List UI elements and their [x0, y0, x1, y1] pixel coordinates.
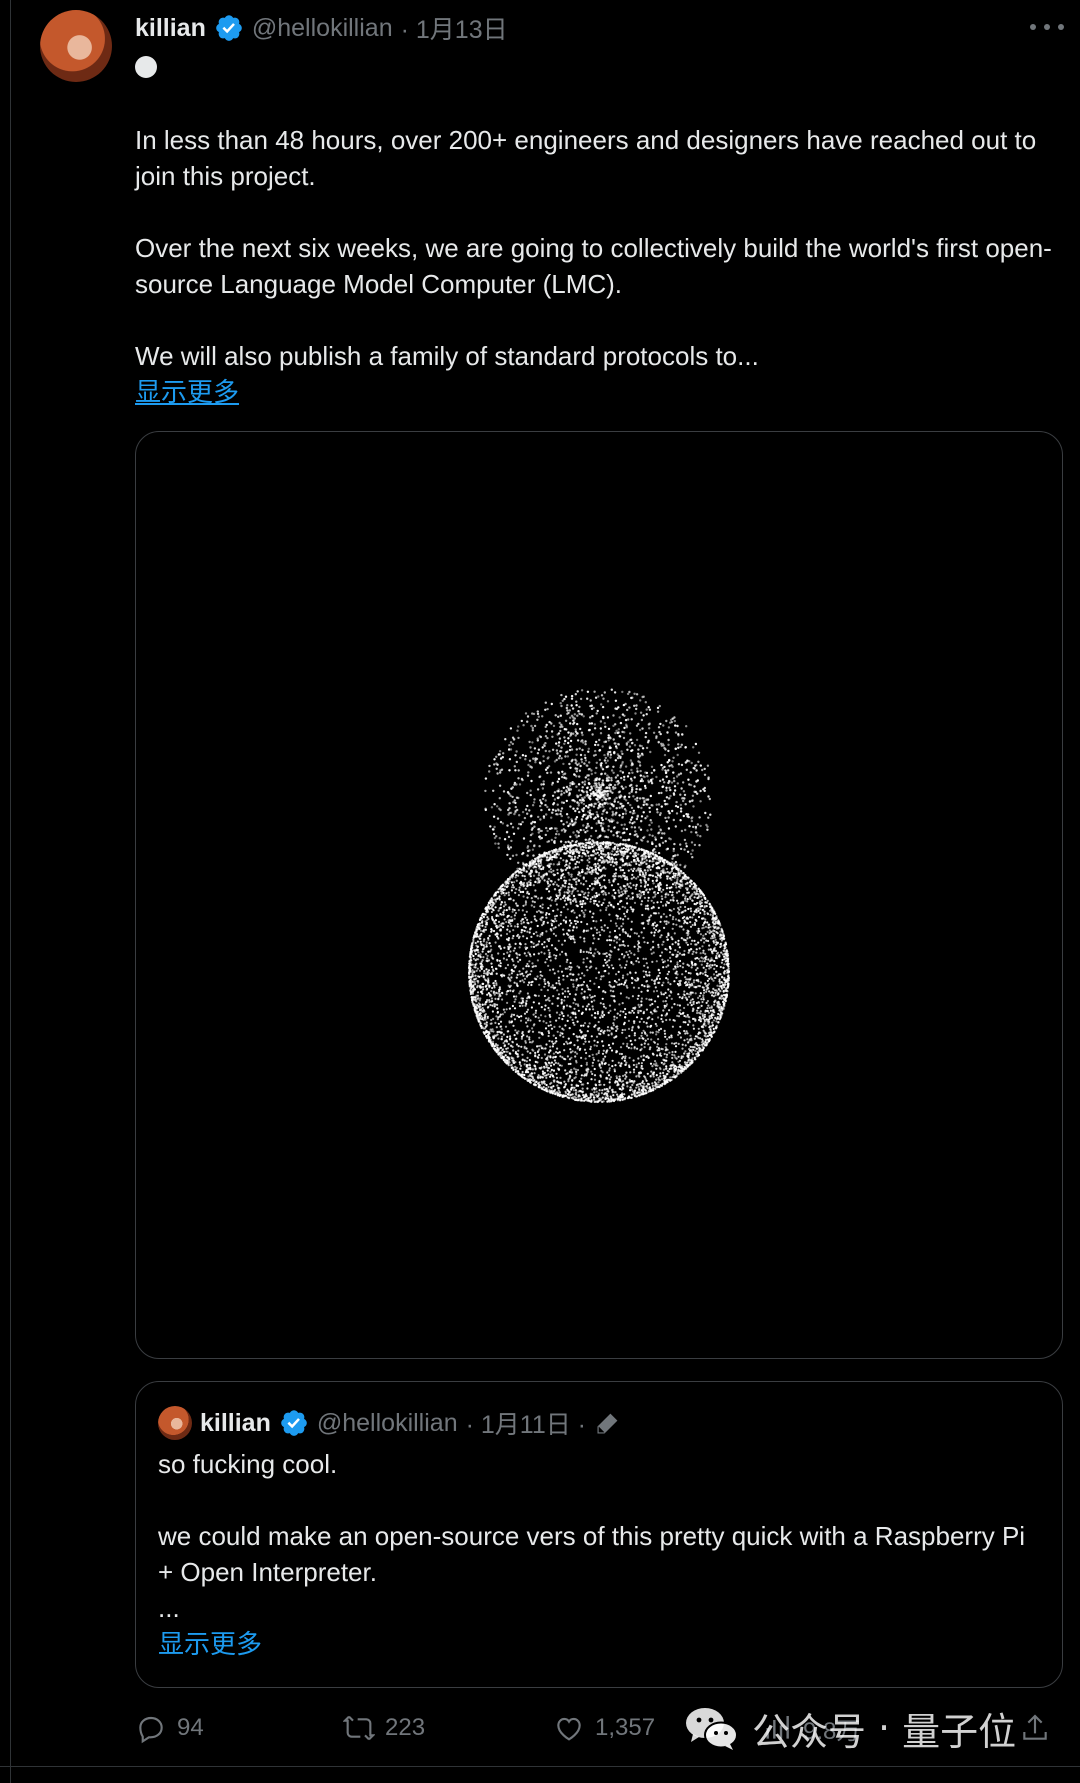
quoted-tweet-date: · 1月11日 ·: [465, 1411, 587, 1439]
particle-orb-image: [468, 688, 731, 1104]
tweet-paragraph: In less than 48 hours, over 200+ enginee…: [135, 125, 1037, 191]
repost-button[interactable]: 223: [343, 1708, 425, 1748]
quoted-tweet[interactable]: killian @hellokillian · 1月11日 · so fucki…: [135, 1381, 1063, 1688]
like-button[interactable]: 1,357: [553, 1708, 655, 1748]
show-more-link[interactable]: 显示更多: [158, 1626, 1038, 1662]
reply-icon: [139, 1716, 163, 1744]
share-icon: [1023, 1714, 1047, 1740]
tweet-media-video[interactable]: [135, 431, 1063, 1359]
wechat-watermark: 公众号 · 量子位: [684, 1700, 1016, 1756]
wechat-logo-icon: [686, 1708, 738, 1750]
more-horizontal-icon[interactable]: [1030, 12, 1064, 42]
edit-pencil-icon: [597, 1413, 618, 1434]
like-icon: [557, 1717, 581, 1741]
tweet-paragraph: Over the next six weeks, we are going to…: [135, 233, 1052, 299]
watermark-separator: ·: [878, 1706, 891, 1750]
quoted-paragraph: we could make an open-source vers of thi…: [158, 1521, 1026, 1587]
timeline-divider: [10, 0, 11, 1783]
author-handle: @hellokillian: [316, 1408, 458, 1437]
author-name[interactable]: killian: [135, 14, 206, 43]
reply-button[interactable]: 94: [135, 1708, 204, 1748]
reply-count: 94: [177, 1714, 204, 1741]
watermark-account: 公众号: [752, 1709, 867, 1754]
tweet-header: killian @hellokillian · 1月13日: [135, 8, 508, 48]
tweet-paragraph: We will also publish a family of standar…: [135, 341, 759, 371]
quoted-paragraph: so fucking cool.: [158, 1449, 338, 1479]
author-name: killian: [200, 1408, 271, 1437]
like-count: 1,357: [595, 1714, 656, 1741]
verified-badge-icon: [216, 15, 242, 41]
avatar: [158, 1406, 192, 1440]
repost-count: 223: [385, 1714, 426, 1741]
tweet-date[interactable]: · 1月13日: [401, 10, 508, 46]
quoted-tweet-text: so fucking cool. we could make an open-s…: [158, 1446, 1038, 1662]
quoted-ellipsis: ...: [158, 1593, 180, 1623]
repost-icon: [343, 1715, 375, 1741]
tweet-text: In less than 48 hours, over 200+ enginee…: [135, 50, 1055, 410]
show-more-link[interactable]: 显示更多: [135, 374, 1055, 410]
verified-badge-icon: [281, 1410, 307, 1436]
white-circle-emoji: [135, 56, 157, 78]
share-button[interactable]: [1019, 1708, 1051, 1748]
quoted-tweet-header: killian @hellokillian · 1月11日 ·: [158, 1404, 622, 1442]
divider: [0, 1766, 1080, 1767]
tweet-article: killian @hellokillian · 1月13日 In less th…: [0, 0, 1080, 1783]
avatar[interactable]: [40, 10, 112, 82]
author-handle[interactable]: @hellokillian: [252, 14, 393, 43]
watermark-name: 量子位: [902, 1709, 1017, 1754]
